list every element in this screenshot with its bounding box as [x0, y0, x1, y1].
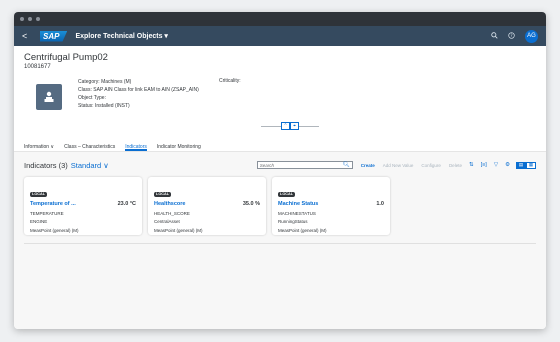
indicator-name-link[interactable]: Temperature of ... — [30, 201, 76, 207]
indicator-position: RunningStatus — [278, 219, 308, 224]
object-attributes: Category: Machines (M) Class: SAP AIN Cl… — [78, 78, 199, 138]
indicator-meas-point: MeasPoint (general) (M) — [30, 227, 79, 233]
attr-object-type: Object Type: — [78, 95, 106, 101]
tab-information[interactable]: Information ∨ — [24, 142, 54, 151]
app-title-menu[interactable]: Explore Technical Objects ▾ — [75, 32, 167, 40]
indicators-toolbar: Indicators (3) Standard ∨ Search 🔍︎ Crea… — [24, 158, 536, 172]
shell-bar: < SAP Explore Technical Objects ▾ ? AG — [14, 26, 546, 46]
indicator-cards: LOCAL Temperature of ... 23.0 °C TEMPERA… — [24, 177, 536, 244]
window-close-dot[interactable] — [20, 17, 24, 21]
header-collapse-controls: ⌃ ⌖ — [261, 122, 319, 130]
indicator-characteristic: MACHINESTATUS — [278, 210, 316, 216]
search-placeholder: Search — [259, 162, 274, 168]
search-icon[interactable]: 🔍︎ — [343, 162, 350, 168]
settings-icon[interactable]: ⚙ — [505, 162, 510, 168]
attr-class: Class: SAP AIN Class for link EAM to AIN… — [78, 87, 199, 93]
indicator-meas-point: MeasPoint (general) (M) — [278, 227, 327, 233]
indicator-value: 35.0 % — [242, 201, 260, 207]
delete-button[interactable]: Delete — [449, 163, 462, 168]
tab-indicators[interactable]: Indicators — [125, 142, 147, 151]
card-view-icon[interactable]: ▤ — [516, 161, 526, 169]
indicator-name-link[interactable]: Healthscore — [154, 201, 186, 207]
attr-status: Status: Installed (INST) — [78, 103, 130, 109]
indicator-value: 23.0 °C — [117, 201, 136, 207]
group-icon[interactable]: [≡] — [481, 162, 487, 168]
configure-button[interactable]: Configure — [421, 163, 441, 168]
sort-icon[interactable]: ⇅ — [469, 162, 474, 168]
local-badge: LOCAL — [30, 191, 48, 197]
tab-indicator-monitoring[interactable]: Indicator Monitoring — [157, 142, 201, 151]
indicator-meas-point: MeasPoint (general) (M) — [154, 227, 203, 233]
help-icon[interactable]: ? — [508, 31, 515, 41]
indicator-characteristic: HEALTH_SCORE — [154, 210, 190, 216]
equipment-icon — [36, 84, 62, 110]
window-titlebar — [14, 12, 546, 26]
indicator-position: ENGINE — [30, 219, 48, 224]
local-badge: LOCAL — [278, 191, 296, 197]
add-new-value-button[interactable]: Add New Value — [383, 163, 414, 168]
view-toggle: ▤ ▦ — [516, 161, 536, 169]
object-title: Centrifugal Pump02 — [24, 52, 108, 63]
attr-criticality: Criticality: — [219, 78, 241, 84]
indicator-characteristic: TEMPERATURE — [30, 210, 64, 216]
search-field[interactable]: Search 🔍︎ — [256, 161, 353, 169]
indicator-position: CentralAsset — [154, 219, 180, 224]
indicators-section: Indicators (3) Standard ∨ Search 🔍︎ Crea… — [14, 152, 546, 329]
section-tabs: Information ∨ Class – Characteristics In… — [14, 138, 546, 152]
create-button[interactable]: Create — [361, 163, 375, 168]
indicator-card[interactable]: LOCAL Temperature of ... 23.0 °C TEMPERA… — [24, 177, 142, 235]
indicator-name-link[interactable]: Machine Status — [278, 201, 318, 207]
indicator-card[interactable]: LOCAL Machine Status 1.0 MACHINESTATUS R… — [272, 177, 390, 235]
back-button[interactable]: < — [22, 31, 36, 41]
variant-selector[interactable]: Standard ∨ — [71, 161, 109, 170]
pin-header-icon[interactable]: ⌖ — [290, 122, 299, 130]
window-maximize-dot[interactable] — [36, 17, 40, 21]
table-view-icon[interactable]: ▦ — [526, 161, 536, 169]
sap-logo[interactable]: SAP — [40, 30, 68, 42]
object-id: 10081677 — [24, 64, 51, 70]
filter-icon[interactable]: ▽ — [494, 162, 498, 168]
local-badge: LOCAL — [154, 191, 172, 197]
user-avatar[interactable]: AG — [525, 29, 538, 43]
indicator-value: 1.0 — [376, 201, 384, 207]
tab-class-characteristics[interactable]: Class – Characteristics — [64, 142, 115, 151]
svg-text:?: ? — [510, 33, 512, 38]
collapse-header-icon[interactable]: ⌃ — [281, 122, 290, 130]
search-icon[interactable] — [491, 31, 498, 41]
indicator-card[interactable]: LOCAL Healthscore 35.0 % HEALTH_SCORE Ce… — [148, 177, 266, 235]
indicators-title: Indicators (3) — [24, 160, 68, 170]
attr-category: Category: Machines (M) — [78, 79, 132, 85]
app-window: < SAP Explore Technical Objects ▾ ? AG C… — [14, 12, 546, 329]
window-minimize-dot[interactable] — [28, 17, 32, 21]
object-header: Centrifugal Pump02 10081677 Category: Ma… — [14, 46, 546, 138]
